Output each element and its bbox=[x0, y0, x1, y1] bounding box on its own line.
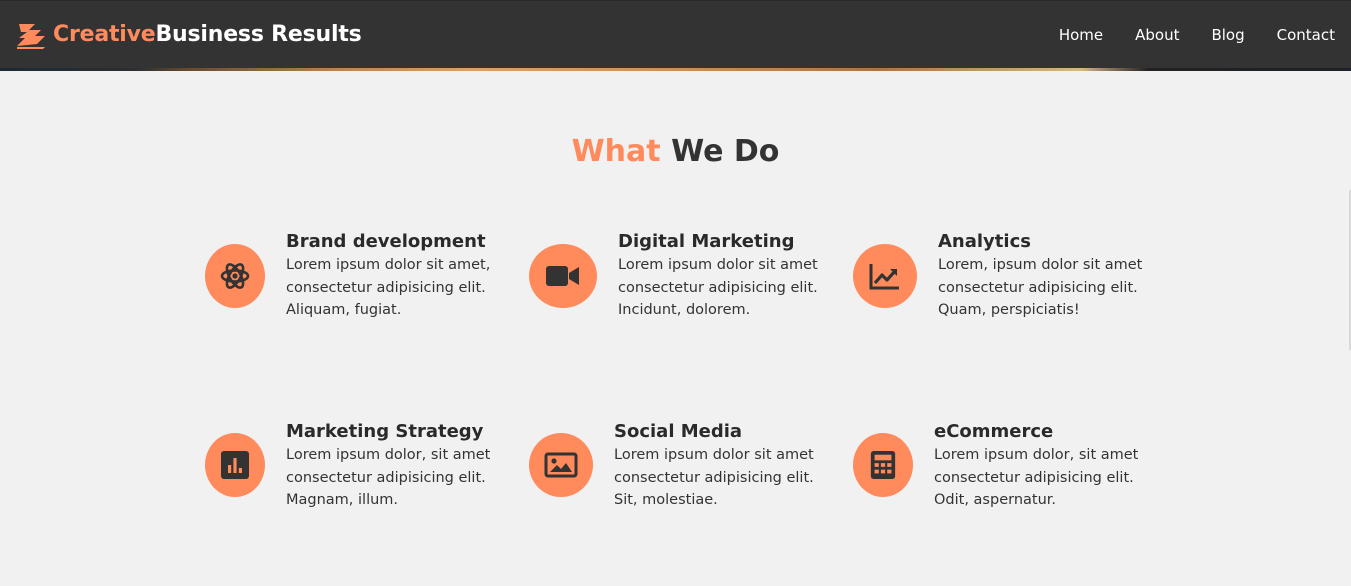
service-title: Marketing Strategy bbox=[286, 421, 484, 442]
service-body-ecommerce: eCommerce Lorem ipsum dolor, sit amet co… bbox=[934, 421, 1138, 512]
service-description-line: Lorem ipsum dolor, sit amet bbox=[934, 447, 1139, 463]
service-card-digital-marketing bbox=[529, 244, 597, 308]
service-description: Lorem ipsum dolor sit amet consectetur a… bbox=[614, 444, 814, 512]
service-description-line: consectetur adipisicing elit. bbox=[614, 469, 814, 486]
service-description: Lorem ipsum dolor sit amet consectetur a… bbox=[618, 254, 818, 322]
service-description-line: consectetur adipisicing elit. bbox=[286, 469, 486, 486]
service-icon-circle bbox=[529, 433, 593, 497]
bar-chart-icon bbox=[221, 451, 249, 479]
service-card-ecommerce bbox=[853, 433, 913, 497]
nav-link-about[interactable]: About bbox=[1135, 26, 1179, 44]
service-description-line: Magnam, illum. bbox=[286, 492, 399, 508]
brand-name-accent: Creative bbox=[53, 22, 156, 47]
service-description: Lorem ipsum dolor, sit amet consectetur … bbox=[934, 444, 1138, 512]
brand-logo-icon bbox=[17, 23, 45, 49]
service-description-line: consectetur adipisicing elit. bbox=[934, 469, 1134, 486]
nav-links: Home About Blog Contact bbox=[1027, 26, 1335, 44]
section-title-main: We Do bbox=[671, 134, 780, 169]
section-title-accent: What bbox=[571, 134, 661, 169]
service-icon-circle bbox=[205, 433, 265, 497]
nav-link-contact[interactable]: Contact bbox=[1277, 26, 1335, 44]
chart-line-icon bbox=[869, 264, 899, 290]
service-body-social-media: Social Media Lorem ipsum dolor sit amet … bbox=[614, 421, 814, 512]
service-description-line: Lorem ipsum dolor sit amet, bbox=[286, 257, 491, 273]
service-description-line: Lorem ipsum dolor sit amet bbox=[614, 447, 814, 463]
calculator-icon bbox=[870, 451, 896, 479]
brand-name: CreativeBusiness Results bbox=[53, 22, 362, 47]
service-description-line: Quam, perspiciatis! bbox=[938, 302, 1080, 318]
nav-link-home[interactable]: Home bbox=[1059, 26, 1103, 44]
service-description-line: Odit, aspernatur. bbox=[934, 492, 1057, 508]
service-description-line: Lorem ipsum dolor, sit amet bbox=[286, 447, 491, 463]
service-description-line: consectetur adipisicing elit. bbox=[618, 279, 818, 296]
service-body-analytics: Analytics Lorem, ipsum dolor sit amet co… bbox=[938, 231, 1142, 322]
service-title: eCommerce bbox=[934, 421, 1054, 442]
atom-icon bbox=[220, 263, 250, 289]
service-icon-circle bbox=[853, 433, 913, 497]
video-camera-icon bbox=[546, 266, 579, 286]
service-title: Digital Marketing bbox=[618, 231, 795, 252]
image-icon bbox=[544, 452, 578, 478]
service-description-line: Lorem ipsum dolor sit amet bbox=[618, 257, 818, 273]
nav-link-blog[interactable]: Blog bbox=[1211, 26, 1244, 44]
service-card-social-media bbox=[529, 433, 593, 497]
service-card-marketing-strategy bbox=[205, 433, 265, 497]
hero-image-edge bbox=[0, 68, 1351, 71]
service-icon-circle bbox=[205, 244, 265, 308]
brand[interactable]: CreativeBusiness Results bbox=[15, 1, 362, 69]
service-description: Lorem ipsum dolor, sit amet consectetur … bbox=[286, 444, 490, 512]
service-icon-circle bbox=[529, 244, 597, 308]
service-description: Lorem ipsum dolor sit amet, consectetur … bbox=[286, 254, 490, 322]
service-description-line: Aliquam, fugiat. bbox=[286, 302, 402, 318]
service-description-line: Incidunt, dolorem. bbox=[618, 302, 751, 318]
navbar: CreativeBusiness Results Home About Blog… bbox=[0, 0, 1351, 68]
service-body-digital-marketing: Digital Marketing Lorem ipsum dolor sit … bbox=[618, 231, 818, 322]
service-title: Analytics bbox=[938, 231, 1031, 252]
service-description-line: Sit, molestiae. bbox=[614, 492, 718, 508]
service-description: Lorem, ipsum dolor sit amet consectetur … bbox=[938, 254, 1142, 322]
service-title: Brand development bbox=[286, 231, 486, 252]
service-description-line: consectetur adipisicing elit. bbox=[286, 279, 486, 296]
section-title: What We Do bbox=[0, 134, 1351, 169]
service-body-brand-development: Brand development Lorem ipsum dolor sit … bbox=[286, 231, 490, 322]
service-description-line: Lorem, ipsum dolor sit amet bbox=[938, 257, 1143, 273]
service-card-analytics bbox=[853, 244, 917, 308]
service-body-marketing-strategy: Marketing Strategy Lorem ipsum dolor, si… bbox=[286, 421, 490, 512]
service-icon-circle bbox=[853, 244, 917, 308]
service-title: Social Media bbox=[614, 421, 743, 442]
service-description-line: consectetur adipisicing elit. bbox=[938, 279, 1138, 296]
brand-name-main: Business Results bbox=[155, 22, 362, 47]
service-card-brand-development bbox=[205, 244, 265, 308]
